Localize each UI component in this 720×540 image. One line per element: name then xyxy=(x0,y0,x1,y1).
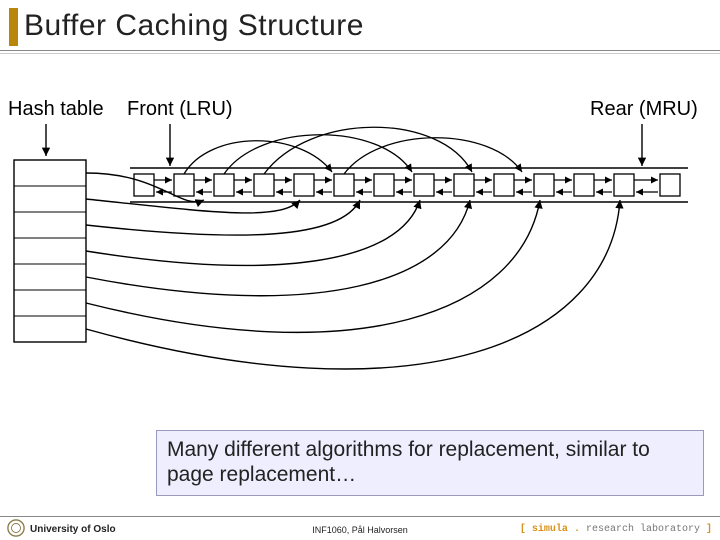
lab-name: simula xyxy=(532,524,568,535)
title-rule xyxy=(0,50,720,51)
hash-table xyxy=(14,160,86,342)
university-seal-icon xyxy=(7,519,25,537)
title-bar: Buffer Caching Structure xyxy=(0,6,720,50)
footer-university: University of Oslo xyxy=(30,524,116,535)
title-accent xyxy=(9,8,18,46)
slide-title: Buffer Caching Structure xyxy=(24,9,364,43)
footer-lab: [ simula . research laboratory ] xyxy=(520,524,712,535)
buffer-cache-diagram xyxy=(0,82,720,422)
chain-arcs xyxy=(184,127,522,174)
footer: University of Oslo INF1060, Pål Halvorse… xyxy=(0,516,720,540)
lab-bracket-close: ] xyxy=(706,524,712,535)
lab-rest: research laboratory xyxy=(586,524,706,535)
title-rule-shadow xyxy=(0,53,720,54)
callout-note: Many different algorithms for replacemen… xyxy=(156,430,704,496)
lab-dot: . xyxy=(568,524,586,535)
footer-course: INF1060, Pål Halvorsen xyxy=(312,525,408,535)
buffer-list xyxy=(134,174,680,196)
lab-bracket-open: [ xyxy=(520,524,532,535)
